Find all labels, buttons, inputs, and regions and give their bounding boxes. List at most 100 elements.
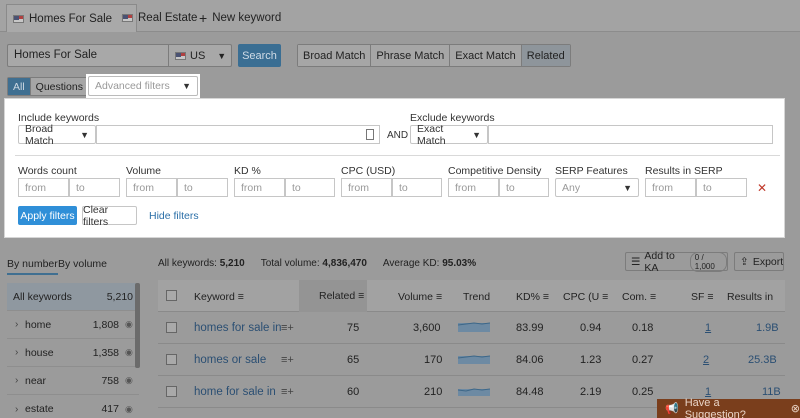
group-name: near — [25, 374, 47, 387]
tab-by-number[interactable]: By number — [7, 258, 58, 275]
related-button[interactable]: Related — [521, 45, 570, 66]
row-checkbox[interactable] — [166, 386, 177, 397]
competitive-density-to[interactable]: to — [499, 178, 549, 197]
kd-from[interactable]: from — [234, 178, 285, 197]
plus-icon: + — [199, 10, 208, 26]
export-icon: ⇪ — [740, 255, 749, 268]
tab-bar: Homes For Sale ✕ Real Estate + New keywo… — [0, 0, 800, 32]
words-count-from[interactable]: from — [18, 178, 69, 197]
add-to-list-icon[interactable]: ≡+ — [281, 322, 294, 334]
column-results[interactable]: Results in — [727, 291, 773, 303]
exact-match-button[interactable]: Exact Match — [450, 45, 522, 66]
results-value[interactable]: 1.9B — [756, 322, 779, 334]
volume-value: 3,600 — [413, 322, 441, 334]
cpc-to[interactable]: to — [392, 178, 442, 197]
phrase-match-button[interactable]: Phrase Match — [371, 45, 451, 66]
sort-icon: ≡ — [358, 290, 365, 302]
column-volume[interactable]: Volume ≡ — [398, 291, 442, 303]
groups-scrollbar[interactable] — [135, 283, 140, 368]
column-cpc[interactable]: CPC (U ≡ — [563, 291, 608, 303]
cpc-value: 1.23 — [580, 354, 602, 366]
group-item[interactable]: › estate 417 ◉ — [7, 395, 139, 418]
export-label: Export — [752, 255, 784, 268]
select-all-checkbox[interactable] — [166, 290, 177, 301]
sf-value[interactable]: 2 — [703, 354, 709, 366]
questions-button[interactable]: Questions — [29, 78, 88, 95]
exclude-keywords-input[interactable] — [488, 125, 773, 144]
export-button[interactable]: ⇪ Export — [734, 252, 784, 271]
results-value[interactable]: 25.3B — [748, 354, 777, 366]
tab-by-volume[interactable]: By volume — [58, 258, 107, 270]
column-trend: Trend — [463, 291, 491, 303]
exclude-match-select[interactable]: Exact Match ▼ — [410, 123, 488, 147]
group-item[interactable]: All keywords 5,210 — [7, 283, 139, 311]
volume-to[interactable]: to — [177, 178, 228, 197]
serp-features-select[interactable]: Any ▼ — [555, 178, 639, 197]
column-com[interactable]: Com. ≡ — [622, 291, 656, 303]
include-match-select[interactable]: Broad Match ▼ — [18, 123, 96, 147]
kd-to[interactable]: to — [285, 178, 335, 197]
results-from[interactable]: from — [645, 178, 696, 197]
search-button[interactable]: Search — [238, 44, 281, 67]
apply-filters-button[interactable]: Apply filters — [18, 206, 77, 225]
megaphone-icon: 📢 — [665, 403, 679, 415]
ka-count-badge: 0 / 1,000 — [689, 251, 727, 272]
trend-sparkline-icon — [458, 388, 490, 396]
chevron-right-icon[interactable]: › — [7, 347, 25, 358]
close-icon[interactable]: ⊗ — [791, 402, 800, 415]
sf-value[interactable]: 1 — [705, 322, 711, 334]
eye-icon[interactable]: ◉ — [125, 404, 139, 415]
kd-value: 84.48 — [516, 386, 544, 398]
keyword-search-field[interactable]: Homes For Sale US ▼ — [7, 44, 232, 67]
suggestion-button[interactable]: 📢 Have a Suggestion? ⊗ — [657, 397, 800, 418]
hide-filters-link[interactable]: Hide filters — [149, 210, 199, 222]
chevron-down-icon: ▼ — [80, 129, 89, 140]
results-to[interactable]: to — [696, 178, 747, 197]
column-kd[interactable]: KD% ≡ — [516, 291, 549, 303]
kd-label: KD % — [234, 165, 261, 177]
column-related[interactable]: Related ≡ — [299, 280, 367, 312]
chevron-right-icon[interactable]: › — [7, 404, 25, 415]
keyword-link[interactable]: home for sale in — [194, 386, 276, 398]
add-to-list-icon[interactable]: ≡+ — [281, 386, 294, 398]
row-checkbox[interactable] — [166, 354, 177, 365]
row-checkbox[interactable] — [166, 322, 177, 333]
us-flag-icon — [122, 14, 133, 22]
clear-filters-button[interactable]: Clear filters — [82, 204, 137, 228]
volume-from[interactable]: from — [126, 178, 177, 197]
words-count-to[interactable]: to — [69, 178, 120, 197]
remove-filter-icon[interactable]: ✕ — [757, 181, 767, 195]
cpc-value: 2.19 — [580, 386, 602, 398]
group-item[interactable]: › house 1,358 ◉ — [7, 339, 139, 367]
advanced-filters-select[interactable]: Advanced filters ▼ — [88, 76, 198, 96]
sort-icon: ≡ — [707, 291, 714, 303]
chevron-right-icon[interactable]: › — [7, 319, 25, 330]
competitive-density-from[interactable]: from — [448, 178, 499, 197]
broad-match-button[interactable]: Broad Match — [298, 45, 372, 66]
related-value: 65 — [347, 354, 360, 366]
column-keyword[interactable]: Keyword ≡ — [194, 291, 244, 303]
group-item[interactable]: › near 758 ◉ — [7, 367, 139, 395]
chevron-down-icon: ▼ — [472, 129, 481, 140]
group-count: 417 — [101, 403, 119, 415]
group-item[interactable]: › home 1,808 ◉ — [7, 311, 139, 339]
search-input[interactable]: Homes For Sale — [14, 49, 97, 61]
add-to-list-icon[interactable]: ≡+ — [281, 354, 294, 366]
keyword-link[interactable]: homes for sale in — [194, 322, 282, 334]
tab-new-keyword[interactable]: + New keyword — [193, 4, 287, 32]
tab-label: Real Estate — [138, 12, 198, 24]
list-icon[interactable] — [366, 129, 374, 140]
tab-real-estate[interactable]: Real Estate — [116, 4, 203, 32]
divider — [15, 155, 780, 156]
keyword-link[interactable]: homes or sale — [194, 354, 266, 366]
add-to-ka-button[interactable]: ☰ Add to KA 0 / 1,000 — [625, 250, 728, 274]
eye-icon[interactable]: ◉ — [125, 375, 139, 386]
kd-value: 83.99 — [516, 322, 544, 334]
column-sf[interactable]: SF ≡ — [691, 291, 713, 303]
include-keywords-input[interactable] — [96, 125, 380, 144]
cpc-from[interactable]: from — [341, 178, 392, 197]
all-button[interactable]: All — [8, 78, 30, 95]
chevron-right-icon[interactable]: › — [7, 375, 25, 386]
database-select[interactable]: US ▼ — [168, 45, 232, 66]
table-row: homes for sale in ≡+ 75 3,600 83.99 0.94… — [158, 312, 785, 344]
